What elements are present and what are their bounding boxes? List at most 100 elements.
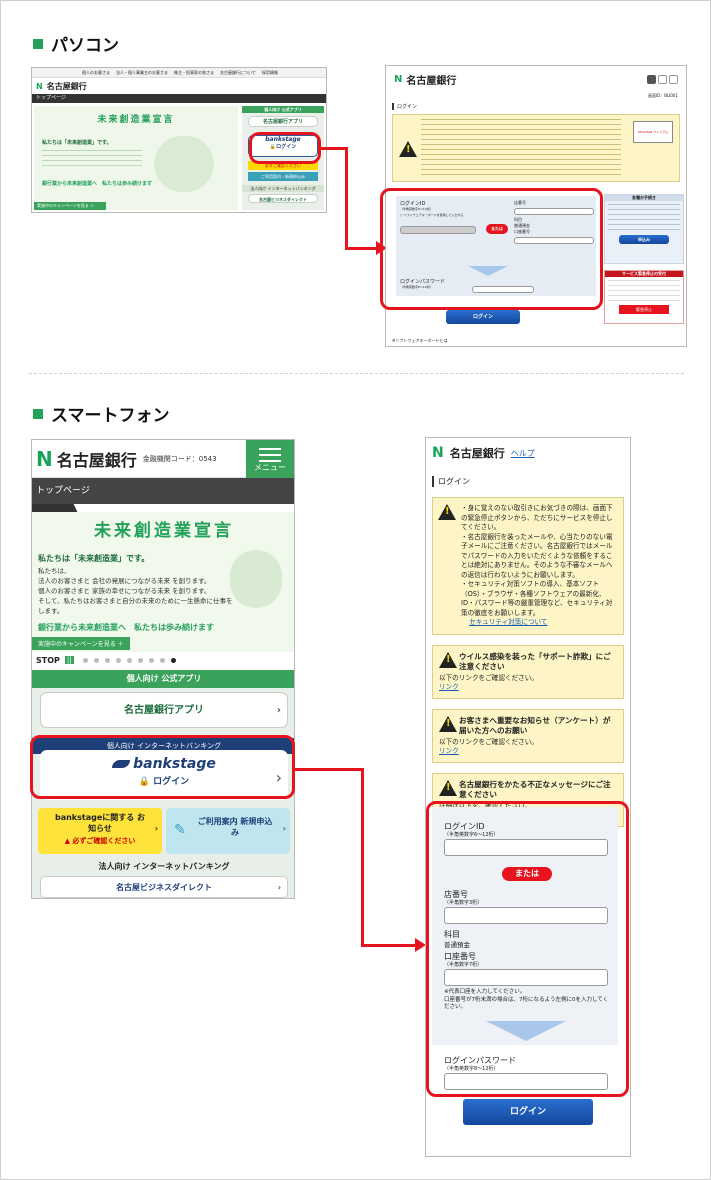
pc-warning-box: PhishWall プレミアム: [392, 114, 680, 182]
sp-alert-title: お客さまへ重要なお知らせ（アンケート）が届いた方へのお願い: [439, 715, 617, 736]
sp-warning-item: ・身に覚えのない取引きにお気づきの際は、画面下の緊急停止ボタンから、ただちにサー…: [461, 504, 613, 531]
bank-logo-icon: N: [36, 81, 43, 91]
security-link[interactable]: セキュリティ対策について: [469, 618, 617, 628]
pc-hero-lead: 私たちは「未来創造業」です。: [42, 140, 112, 146]
pc-top-breadcrumb[interactable]: トップページ: [32, 94, 326, 103]
nav-item[interactable]: 名古屋銀行について: [220, 70, 256, 76]
sp-alert-box: お客さまへ重要なお知らせ（アンケート）が届いた方へのお願い以下のリンクをご確認く…: [432, 708, 624, 763]
sp-app-head: 個人向け 公式アプリ: [32, 670, 294, 688]
font-size-controls: [647, 75, 678, 84]
sp-alert-title: 名古屋銀行をかたる不正なメッセージにご注意ください: [439, 779, 617, 800]
sp-top-breadcrumb: トップページ: [32, 478, 294, 504]
bank-name: 名古屋銀行: [449, 447, 505, 460]
pc-stop-panel: サービス緊急停止の受付 緊急停止: [604, 270, 684, 324]
sp-arrow-seg2: [361, 768, 364, 946]
pc-footer-link[interactable]: ※ソフトウェアキーボードとは: [392, 338, 447, 344]
sp-arrow-seg3: [361, 944, 417, 947]
bank-name: 名古屋銀行: [46, 81, 87, 91]
pc-login-button[interactable]: ログイン: [446, 310, 520, 324]
bank-logo-icon: N: [394, 74, 403, 85]
pc-login-logo: N 名古屋銀行: [394, 72, 456, 87]
chevron-right-icon: ›: [154, 824, 158, 833]
pause-icon[interactable]: ||: [64, 656, 74, 664]
carousel-dot[interactable]: [126, 657, 132, 663]
nav-item[interactable]: 個人のお客さま: [82, 70, 110, 76]
pc-side-apply-button[interactable]: 申込み: [619, 235, 669, 244]
warning-icon: [439, 779, 457, 796]
sp-warning-box: ・身に覚えのない取引きにお気づきの際は、画面下の緊急停止ボタンから、ただちにサー…: [432, 497, 624, 635]
sp-alert-link[interactable]: リンク: [439, 683, 617, 692]
menu-label: メニュー: [254, 463, 286, 472]
sp-corp-head: 法人向け インターネットバンキング: [98, 862, 230, 871]
sp-alert-link[interactable]: リンク: [439, 747, 617, 756]
menu-button[interactable]: メニュー: [246, 440, 294, 478]
rabbit-mascot-icon: [154, 136, 214, 192]
font-mid-button[interactable]: [658, 75, 667, 84]
nav-item[interactable]: 採用情報: [262, 70, 278, 76]
sp-top-highlight-box: [30, 735, 295, 799]
pc-arrow-seg1: [319, 147, 347, 150]
carousel-dot[interactable]: [170, 657, 176, 663]
help-link[interactable]: ヘルプ: [511, 448, 535, 459]
sp-top-screenshot: N 名古屋銀行 金融機関コード：0543 メニュー トップページ 未来創造業宣言…: [31, 439, 295, 899]
font-small-button[interactable]: [647, 75, 656, 84]
sp-warning-text: 身に覚えのない取引きにお気づきの際は、画面下の緊急停止ボタンから、ただちにサービ…: [461, 504, 613, 531]
square-bullet-icon: [33, 38, 43, 49]
sp-guide-text: ご利用案内 新規申込み: [197, 817, 273, 837]
nav-item[interactable]: 株主・投資家の皆さま: [174, 70, 214, 76]
pc-hero-body-lines: [42, 150, 142, 170]
sp-breadcrumb-text[interactable]: トップページ: [36, 486, 90, 496]
sp-top-header: N 名古屋銀行 金融機関コード：0543 メニュー: [32, 440, 294, 478]
pc-arrow-seg2: [345, 147, 348, 250]
carousel-dot[interactable]: [137, 657, 143, 663]
pc-emergency-stop-button[interactable]: 緊急停止: [619, 305, 669, 314]
section-title-sp: スマートフォン: [33, 401, 170, 426]
sp-hero: 未来創造業宣言 私たちは「未来創造業」です。 私たちは、 法人のお客さまと 会社…: [32, 512, 294, 652]
chevron-right-icon: ›: [276, 705, 281, 716]
carousel-dot[interactable]: [148, 657, 154, 663]
carousel-dot[interactable]: [82, 657, 88, 663]
sp-corp-button[interactable]: 名古屋ビジネスダイレクト ›: [40, 876, 288, 898]
pc-app-button[interactable]: 名古屋銀行アプリ: [248, 116, 318, 127]
pc-stop-lines: [608, 280, 680, 302]
sp-hero-body-line: 個人のお客さまと 家族の幸せにつながる未来 を創ります。: [38, 587, 211, 595]
branch-code: 金融機関コード：0543: [142, 454, 217, 463]
pc-corp-button[interactable]: 名古屋ビジネスダイレクト: [248, 194, 318, 203]
font-large-button[interactable]: [669, 75, 678, 84]
section-title-pc: パソコン: [33, 31, 119, 56]
pc-guide-button[interactable]: ご利用案内・新規申込み: [248, 172, 318, 181]
bank-logo-icon: N: [36, 446, 53, 471]
sp-guide-button[interactable]: ✎ ご利用案内 新規申込み ›: [166, 808, 290, 854]
nav-item[interactable]: 法人・個人事業主のお客さま: [116, 70, 168, 76]
sp-warning-text: セキュリティ対策ソフトの導入、基本ソフト（OS）・ブラウザ・各種ソフトウェアの最…: [461, 580, 613, 617]
sp-login-header: N 名古屋銀行 ヘルプ: [426, 438, 630, 468]
chevron-right-icon: ›: [277, 883, 281, 892]
sp-app-button[interactable]: 名古屋銀行アプリ ›: [40, 692, 288, 728]
carousel-dot[interactable]: [115, 657, 121, 663]
pc-top-logo[interactable]: N 名古屋銀行: [32, 78, 326, 94]
bank-logo-icon: N: [432, 445, 444, 461]
sp-login-button[interactable]: ログイン: [463, 1099, 593, 1125]
pc-login-highlight-box: [380, 188, 603, 310]
sp-campaign-link[interactable]: 実施中のキャンペーンを見る ＋: [32, 637, 130, 650]
pc-hero: 未来創造業宣言 私たちは「未来創造業」です。 銀行業から未来創造業へ 私たちは歩…: [34, 106, 238, 210]
sp-warning-item: ・セキュリティ対策ソフトの導入、基本ソフト（OS）・ブラウザ・各種ソフトウェアの…: [461, 580, 613, 617]
pc-screen-id: 画面ID：BLI001: [647, 93, 678, 98]
carousel-dot[interactable]: [93, 657, 99, 663]
sp-notice-sub: ▲ 必ずご確認ください: [38, 836, 162, 846]
pc-campaign-link[interactable]: 実施中のキャンペーンを見る ＞: [34, 202, 106, 210]
sp-notice-button[interactable]: bankstageに関する お知らせ ▲ 必ずご確認ください ›: [38, 808, 162, 854]
pc-corp-head: 法人向け インターネットバンキング: [242, 185, 324, 192]
carousel-dot[interactable]: [159, 657, 165, 663]
sp-alerts: ウイルス感染を装った「サポート詐欺」にご注意ください以下のリンクをご確認ください…: [426, 644, 630, 827]
sp-page-label: ログイン: [432, 476, 630, 487]
sp-alert-box: ウイルス感染を装った「サポート詐欺」にご注意ください以下のリンクをご確認ください…: [432, 644, 624, 699]
sp-notice-title: bankstageに関する お知らせ: [54, 813, 146, 833]
phishwall-badge[interactable]: PhishWall プレミアム: [633, 121, 673, 143]
carousel-dot[interactable]: [104, 657, 110, 663]
sp-warning-item: ・名古屋銀行を装ったメールや、心当たりのない電子メールにご注意ください。名古屋銀…: [461, 532, 613, 579]
sp-notice-sub-text: 必ずご確認ください: [72, 837, 136, 845]
page-frame: パソコン 個人のお客さま 法人・個人事業主のお客さま 株主・投資家の皆さま 名古…: [0, 0, 711, 1180]
pc-top-nav: 個人のお客さま 法人・個人事業主のお客さま 株主・投資家の皆さま 名古屋銀行につ…: [32, 68, 326, 78]
pencil-icon: ✎: [174, 822, 186, 838]
